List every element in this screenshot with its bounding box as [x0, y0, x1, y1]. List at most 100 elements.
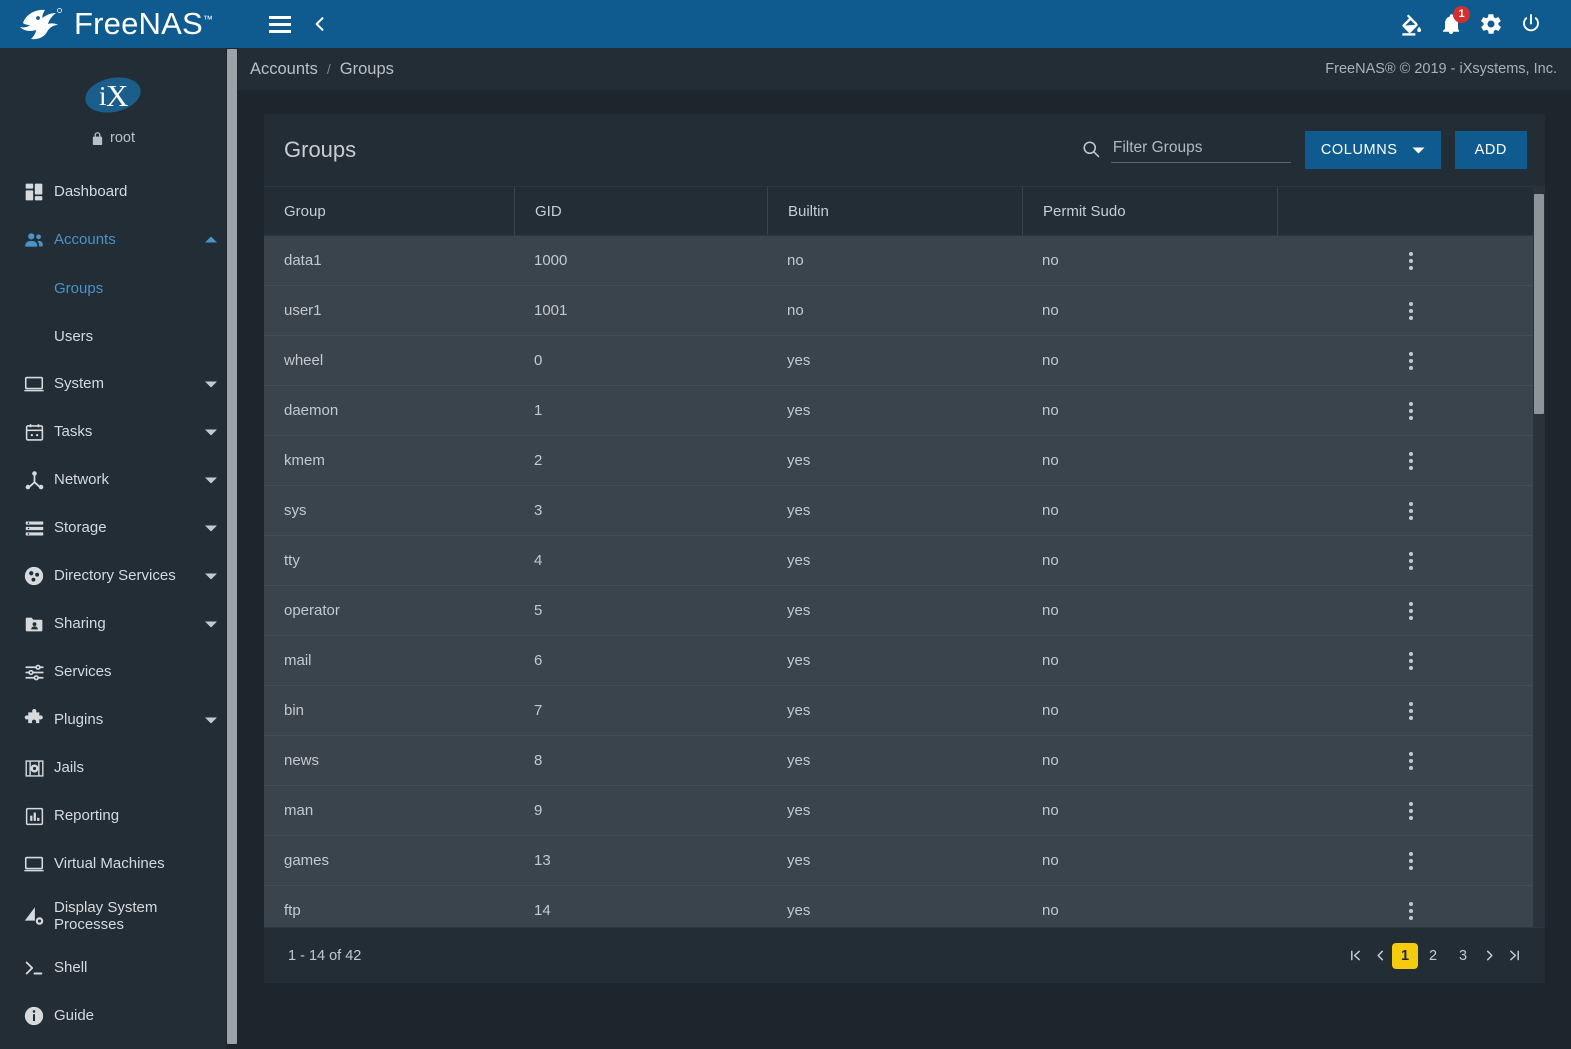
- kebab-menu-icon[interactable]: [1399, 646, 1423, 676]
- cell-gid: 7: [534, 702, 543, 719]
- sidebar-item-reporting[interactable]: Reporting: [0, 792, 226, 840]
- table-row[interactable]: user1 1001 no no: [264, 286, 1545, 336]
- first-page-button[interactable]: [1343, 942, 1368, 970]
- sidebar-label-directory-services: Directory Services: [54, 567, 176, 585]
- sidebar-item-tasks[interactable]: Tasks: [0, 408, 226, 456]
- next-page-button[interactable]: [1478, 942, 1502, 970]
- cell-actions: [1277, 236, 1545, 285]
- sidebar-label-services: Services: [54, 663, 112, 681]
- column-header-permit-sudo[interactable]: Permit Sudo: [1022, 187, 1277, 235]
- chevron-left-icon[interactable]: [300, 4, 340, 44]
- gear-settings-icon[interactable]: [1471, 4, 1511, 44]
- table-row[interactable]: daemon 1 yes no: [264, 386, 1545, 436]
- table-row[interactable]: wheel 0 yes no: [264, 336, 1545, 386]
- sidebar-item-network[interactable]: Network: [0, 456, 226, 504]
- top-bar-actions: 1: [238, 0, 1571, 48]
- kebab-menu-icon[interactable]: [1399, 796, 1423, 826]
- columns-button[interactable]: COLUMNS: [1304, 131, 1441, 169]
- cell-builtin: yes: [787, 652, 811, 669]
- table-row[interactable]: operator 5 yes no: [264, 586, 1545, 636]
- add-button[interactable]: ADD: [1454, 131, 1527, 169]
- sidebar-item-virtual-machines[interactable]: Virtual Machines: [0, 840, 226, 888]
- sidebar-item-plugins[interactable]: Plugins: [0, 696, 226, 744]
- cell-group: ftp: [284, 902, 301, 919]
- kebab-menu-icon[interactable]: [1399, 496, 1423, 526]
- cell-gid: 13: [534, 852, 551, 869]
- cell-builtin: no: [787, 302, 804, 319]
- last-page-button[interactable]: [1502, 942, 1527, 970]
- table-row[interactable]: kmem 2 yes no: [264, 436, 1545, 486]
- kebab-menu-icon[interactable]: [1399, 346, 1423, 376]
- table-row[interactable]: data1 1000 no no: [264, 236, 1545, 286]
- sidebar-item-directory-services[interactable]: Directory Services: [0, 552, 226, 600]
- groups-table: Group GID Builtin Permit Sudo data1 1000 n…: [264, 186, 1545, 927]
- sidebar-item-dashboard[interactable]: Dashboard: [0, 168, 226, 216]
- hamburger-menu-icon[interactable]: [260, 4, 300, 44]
- breadcrumb-separator: /: [326, 61, 331, 77]
- sidebar-scrollbar-thumb[interactable]: [227, 49, 237, 1044]
- table-row[interactable]: ftp 14 yes no: [264, 886, 1545, 927]
- cell-group: news: [284, 752, 320, 769]
- sidebar-item-services[interactable]: Services: [0, 648, 226, 696]
- cell-permit-sudo: no: [1042, 602, 1059, 619]
- page-button-1[interactable]: 1: [1392, 942, 1418, 969]
- power-icon[interactable]: [1511, 4, 1551, 44]
- table-row[interactable]: man 9 yes no: [264, 786, 1545, 836]
- main-area: Accounts / Groups FreeNAS® © 2019 - iXsy…: [238, 48, 1571, 1049]
- table-row[interactable]: tty 4 yes no: [264, 536, 1545, 586]
- column-header-group[interactable]: Group: [264, 187, 514, 235]
- kebab-menu-icon[interactable]: [1399, 696, 1423, 726]
- column-header-builtin[interactable]: Builtin: [767, 187, 1022, 235]
- sidebar-label-display-system-processes: Display System Processes: [54, 898, 158, 933]
- kebab-menu-icon[interactable]: [1399, 396, 1423, 426]
- table-row[interactable]: games 13 yes no: [264, 836, 1545, 886]
- table-row[interactable]: bin 7 yes no: [264, 686, 1545, 736]
- table-row[interactable]: news 8 yes no: [264, 736, 1545, 786]
- sidebar-item-jails[interactable]: Jails: [0, 744, 226, 792]
- system-icon: [14, 373, 54, 395]
- column-header-gid[interactable]: GID: [514, 187, 767, 235]
- sidebar-item-sharing[interactable]: Sharing: [0, 600, 226, 648]
- breadcrumb-accounts[interactable]: Accounts: [250, 60, 318, 79]
- cell-actions: [1277, 686, 1545, 735]
- kebab-menu-icon[interactable]: [1399, 746, 1423, 776]
- page-button-3[interactable]: 3: [1448, 942, 1478, 970]
- sidebar-item-accounts[interactable]: Accounts: [0, 216, 226, 264]
- cell-group: games: [284, 852, 330, 869]
- cell-permit-sudo: no: [1042, 852, 1059, 869]
- chevron-down-icon: [196, 715, 226, 725]
- content-area: Groups COLUMNS: [238, 90, 1571, 1049]
- sidebar-item-users[interactable]: Users: [0, 312, 226, 360]
- sidebar-scrollbar[interactable]: [226, 48, 238, 1049]
- kebab-menu-icon[interactable]: [1399, 296, 1423, 326]
- paint-bucket-icon[interactable]: [1391, 4, 1431, 44]
- filter-groups-input[interactable]: [1110, 137, 1291, 163]
- sidebar-item-guide[interactable]: Guide: [0, 992, 226, 1040]
- ix-logo-icon: i X: [85, 77, 141, 113]
- sidebar-item-system[interactable]: System: [0, 360, 226, 408]
- kebab-menu-icon[interactable]: [1399, 846, 1423, 876]
- sidebar-item-shell[interactable]: Shell: [0, 944, 226, 992]
- page-button-2[interactable]: 2: [1418, 942, 1448, 970]
- sidebar-item-groups[interactable]: Groups: [0, 264, 226, 312]
- accounts-icon: [14, 229, 54, 251]
- previous-page-button[interactable]: [1368, 942, 1392, 970]
- notifications-bell-icon[interactable]: 1: [1431, 4, 1471, 44]
- kebab-menu-icon[interactable]: [1399, 246, 1423, 276]
- kebab-menu-icon[interactable]: [1399, 546, 1423, 576]
- kebab-menu-icon[interactable]: [1399, 896, 1423, 926]
- sidebar-item-display-system-processes[interactable]: Display System Processes: [0, 888, 226, 944]
- table-scrollbar[interactable]: [1533, 186, 1545, 927]
- kebab-menu-icon[interactable]: [1399, 446, 1423, 476]
- brand-logo-area[interactable]: FreeNAS™: [0, 0, 238, 48]
- table-row[interactable]: sys 3 yes no: [264, 486, 1545, 536]
- breadcrumb-groups[interactable]: Groups: [340, 60, 394, 79]
- sidebar-item-storage[interactable]: Storage: [0, 504, 226, 552]
- table-scrollbar-thumb[interactable]: [1534, 194, 1544, 414]
- directory-services-icon: [14, 565, 54, 587]
- sidebar-label-guide: Guide: [54, 1007, 95, 1025]
- virtual-machines-icon: [14, 853, 54, 875]
- reporting-chart-icon: [14, 806, 54, 827]
- kebab-menu-icon[interactable]: [1399, 596, 1423, 626]
- table-row[interactable]: mail 6 yes no: [264, 636, 1545, 686]
